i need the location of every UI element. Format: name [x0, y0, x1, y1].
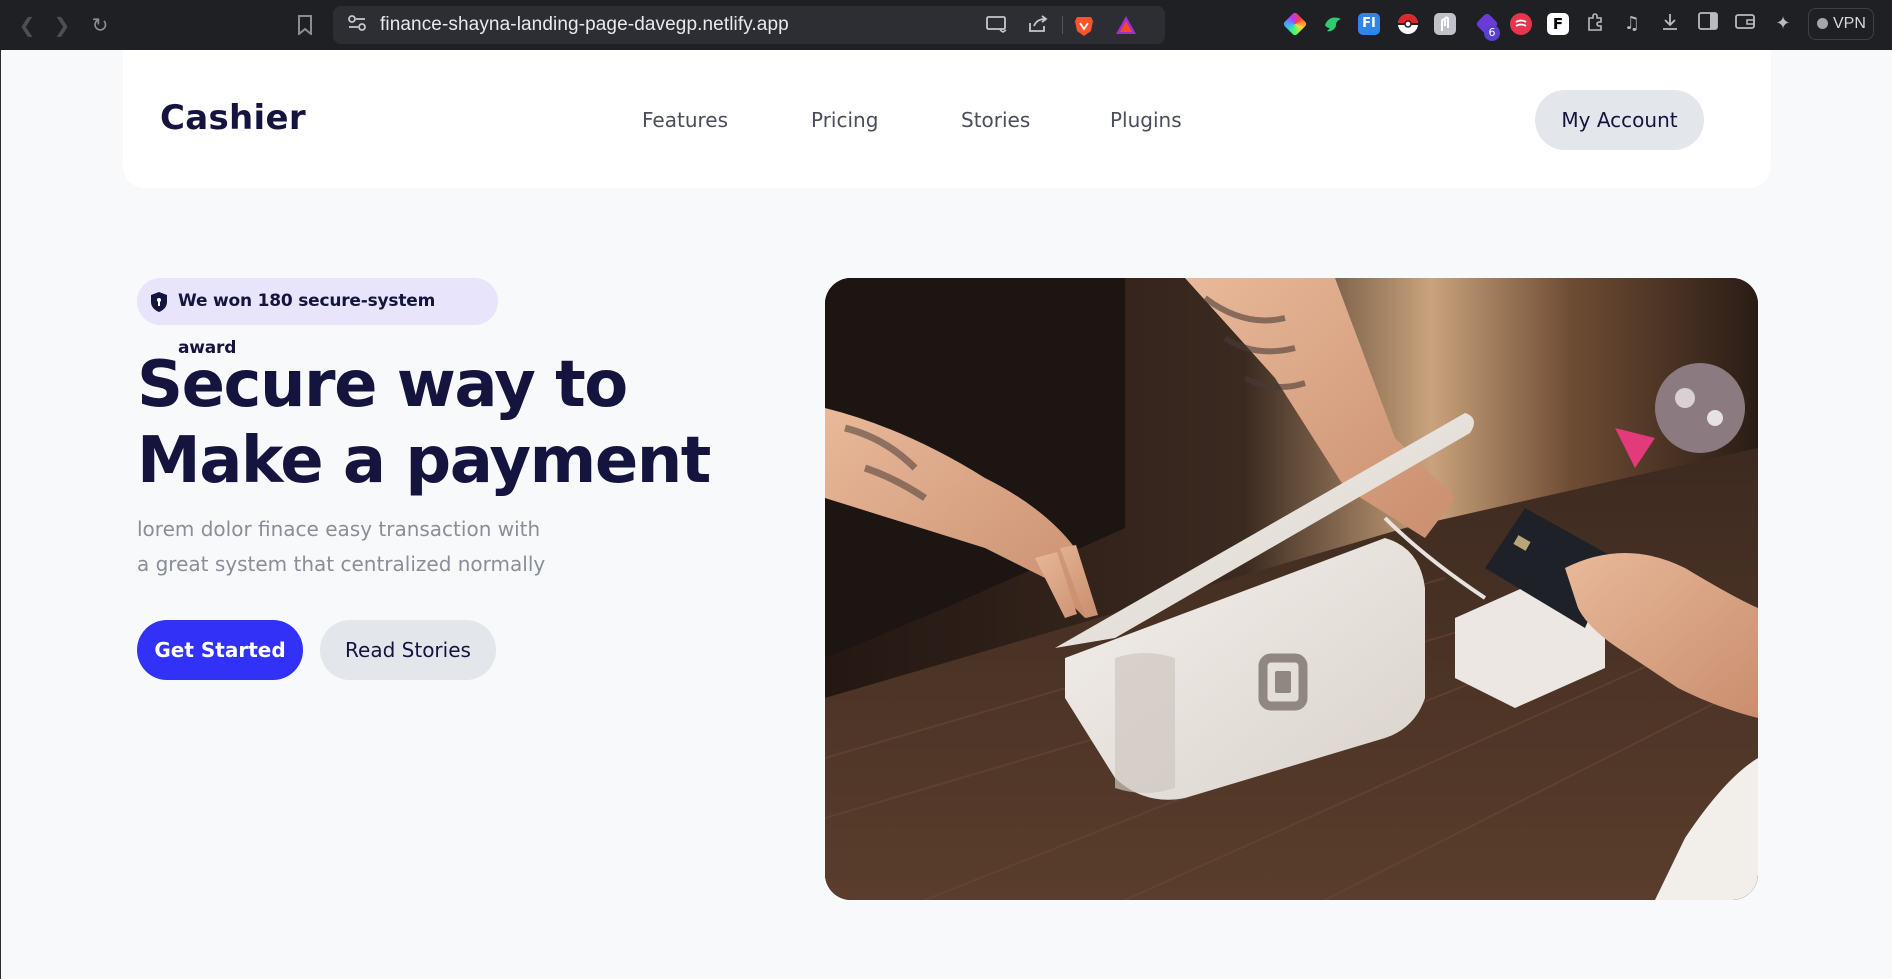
- hero-title-line2: Make a payment: [137, 424, 711, 498]
- hero-subtitle-line2: a great system that centralized normally: [137, 552, 546, 576]
- nav-stories[interactable]: Stories: [961, 108, 1030, 132]
- bookmark-icon[interactable]: [290, 10, 320, 40]
- get-started-button[interactable]: Get Started: [137, 620, 303, 680]
- nav-pricing[interactable]: Pricing: [811, 108, 878, 132]
- sidebar-icon[interactable]: [1696, 12, 1720, 36]
- back-icon[interactable]: ❮: [12, 10, 42, 40]
- shield-icon: [149, 291, 169, 313]
- forward-icon[interactable]: ❯: [47, 10, 77, 40]
- extension-badge: 6: [1484, 25, 1500, 41]
- site-settings-icon[interactable]: [346, 15, 368, 35]
- nav-features[interactable]: Features: [642, 108, 728, 132]
- cast-icon[interactable]: [986, 15, 1008, 35]
- extension-pokeball-icon[interactable]: [1397, 13, 1419, 35]
- window-edge: [0, 50, 1, 979]
- url-text[interactable]: finance-shayna-landing-page-davegp.netli…: [380, 6, 789, 44]
- extension-red-icon[interactable]: [1510, 13, 1532, 35]
- extension-hand-icon[interactable]: [1434, 13, 1456, 35]
- brave-rewards-icon[interactable]: [1115, 15, 1137, 35]
- extensions-icon[interactable]: [1583, 12, 1607, 36]
- downloads-icon[interactable]: [1658, 12, 1682, 36]
- vpn-label: VPN: [1833, 15, 1866, 32]
- vpn-status-icon: [1817, 18, 1828, 29]
- logo[interactable]: Cashier: [160, 98, 306, 138]
- extension-bird-icon[interactable]: [1322, 13, 1344, 35]
- browser-toolbar: ❮ ❯ ↻ finance-shayna-landing-page-davegp…: [0, 0, 1892, 50]
- nav-plugins[interactable]: Plugins: [1110, 108, 1182, 132]
- extension-f-icon[interactable]: F: [1547, 13, 1569, 35]
- read-stories-button[interactable]: Read Stories: [320, 620, 496, 680]
- leo-ai-icon[interactable]: ✦: [1771, 12, 1795, 36]
- reload-icon[interactable]: ↻: [85, 10, 115, 40]
- brave-shield-icon[interactable]: [1073, 15, 1095, 36]
- hero-title-line1: Secure way to: [137, 348, 628, 422]
- award-badge: We won 180 secure-system award: [137, 278, 498, 358]
- my-account-button[interactable]: My Account: [1535, 90, 1704, 150]
- share-icon[interactable]: [1027, 15, 1049, 35]
- site-header: Cashier Features Pricing Stories Plugins…: [123, 50, 1771, 188]
- vpn-button[interactable]: VPN: [1808, 8, 1874, 40]
- extension-colorful-icon[interactable]: [1282, 11, 1308, 37]
- hero-image: [825, 278, 1758, 900]
- extension-fi-icon[interactable]: FI: [1358, 13, 1380, 35]
- media-icon[interactable]: ♫: [1620, 12, 1644, 36]
- address-bar[interactable]: finance-shayna-landing-page-davegp.netli…: [333, 6, 1165, 44]
- hero-subtitle-line1: lorem dolor finace easy transaction with: [137, 517, 541, 541]
- address-divider: [1062, 16, 1063, 34]
- payment-terminal-illustration: [825, 278, 1758, 900]
- wallet-icon[interactable]: [1733, 12, 1757, 36]
